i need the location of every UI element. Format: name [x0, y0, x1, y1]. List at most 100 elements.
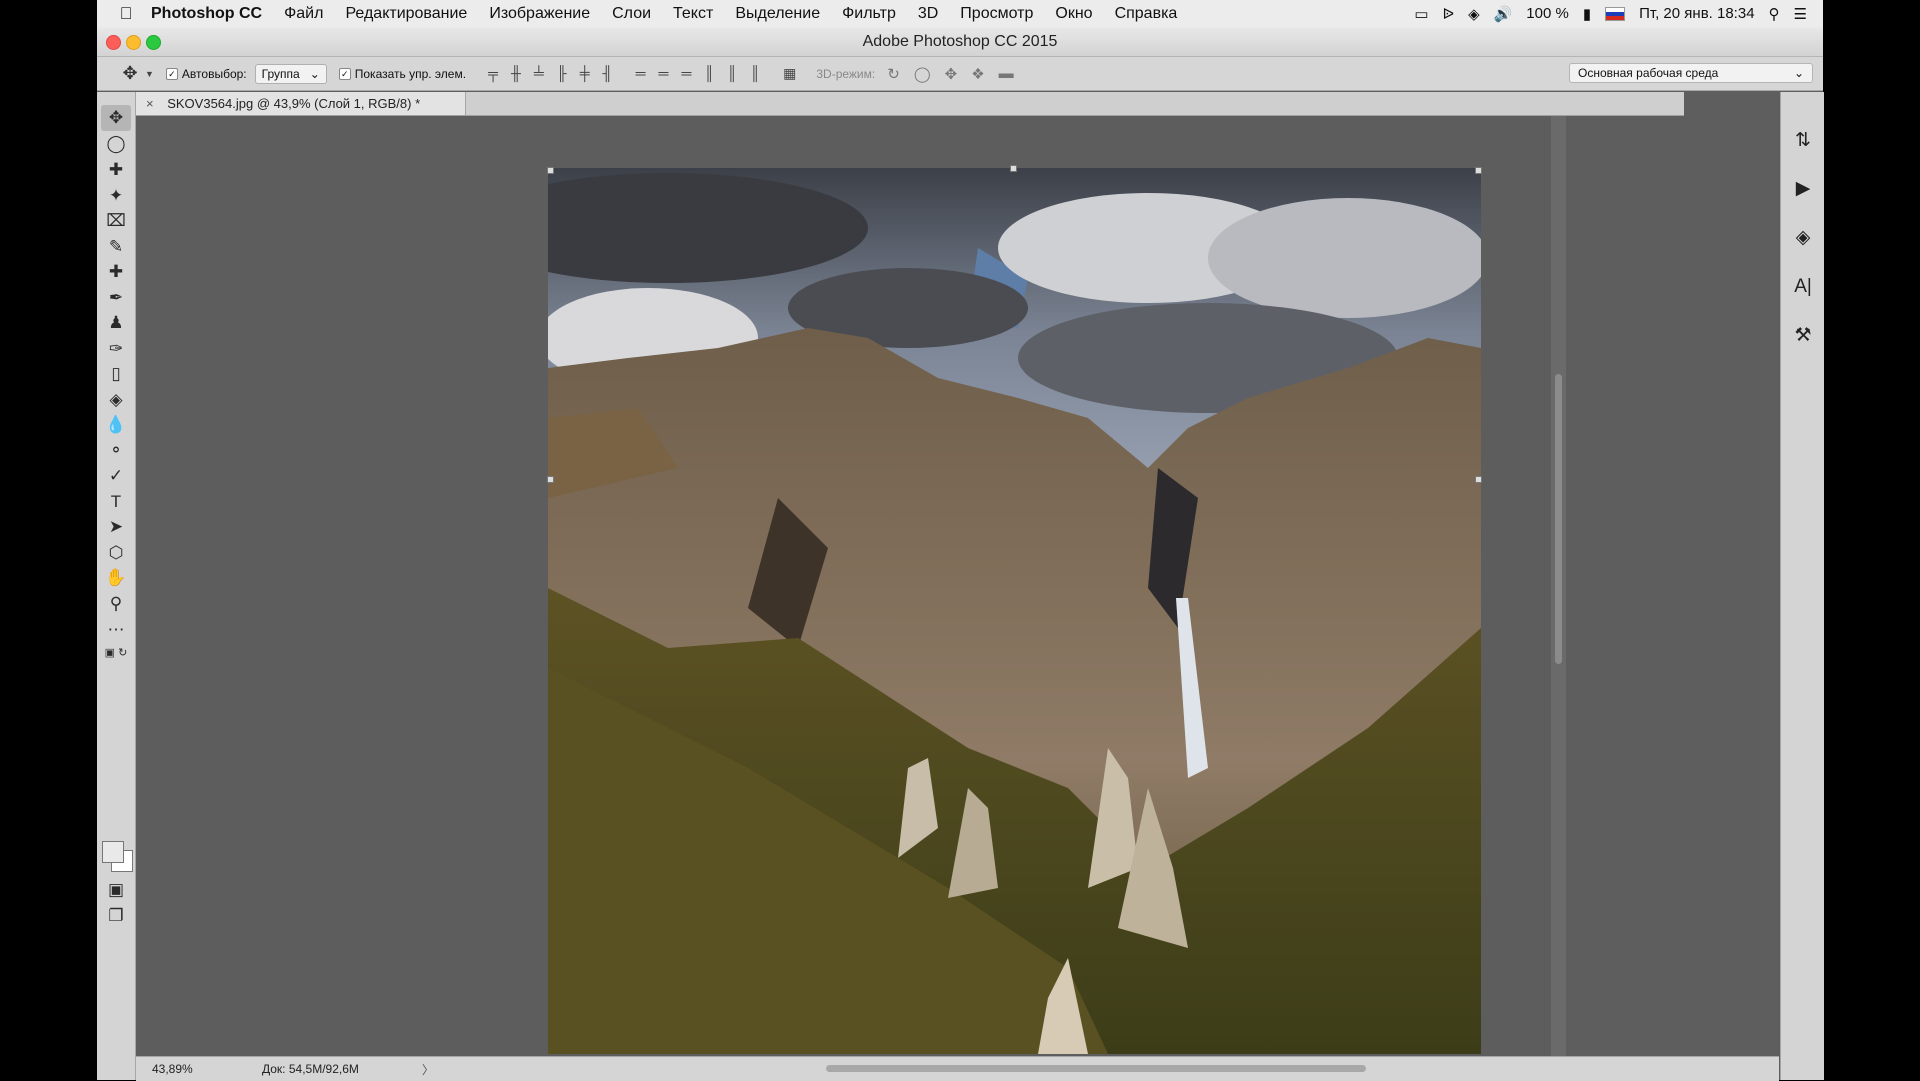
screen-mode-icon[interactable]: ❐: [101, 903, 131, 929]
vertical-scrollbar[interactable]: [1551, 116, 1566, 1056]
actions-panel-icon[interactable]: ▶: [1790, 176, 1816, 202]
distribute-right-icon[interactable]: ║: [750, 65, 760, 82]
clock[interactable]: Пт, 20 янв. 18:34: [1639, 5, 1754, 22]
align-hcenter-icon[interactable]: ╪: [580, 65, 590, 82]
slide-3d-icon[interactable]: ❖: [971, 65, 984, 83]
foreground-color-swatch[interactable]: [102, 841, 124, 863]
volume-icon[interactable]: 🔊: [1494, 5, 1513, 23]
transform-handle-middle-right[interactable]: [1475, 476, 1482, 483]
distribute-top-icon[interactable]: ═: [636, 65, 646, 82]
document-tab-title: SKOV3564.jpg @ 43,9% (Слой 1, RGB/8) *: [167, 96, 421, 111]
airplay-icon[interactable]: ▭: [1414, 5, 1428, 23]
pan-3d-icon[interactable]: ✥: [945, 65, 958, 83]
document-tab-bar: × SKOV3564.jpg @ 43,9% (Слой 1, RGB/8) *: [136, 92, 1684, 116]
photoshop-window: Adobe Photoshop CC 2015 ✥ ▼ ✓ Автовыбор:…: [97, 27, 1824, 1081]
menu-3d[interactable]: 3D: [907, 5, 949, 23]
transform-handle-middle-left[interactable]: [547, 476, 554, 483]
zoom-icon[interactable]: ⚲: [101, 591, 131, 617]
wifi-icon[interactable]: ◈: [1468, 5, 1480, 23]
horizontal-scrollbar[interactable]: [496, 1063, 1766, 1073]
brush-icon[interactable]: ✒: [101, 285, 131, 311]
crop-icon[interactable]: ⌧: [101, 208, 131, 234]
bluetooth-icon[interactable]: ᐉ: [1443, 5, 1455, 23]
chevron-down-icon[interactable]: ▼: [145, 69, 154, 79]
distribute-left-icon[interactable]: ║: [704, 65, 714, 82]
menu-layers[interactable]: Слои: [601, 5, 662, 23]
default-colors-icon[interactable]: ▣ ↻: [101, 640, 131, 666]
show-transform-controls-checkbox[interactable]: ✓ Показать упр. элем.: [338, 67, 466, 81]
minimize-window-button[interactable]: [126, 35, 141, 50]
menu-window[interactable]: Окно: [1044, 5, 1103, 23]
align-right-icon[interactable]: ╢: [603, 65, 613, 82]
transform-handle-top-center[interactable]: [1010, 165, 1017, 172]
paint-bucket-icon[interactable]: ◈: [101, 387, 131, 413]
distribute-hcenter-icon[interactable]: ║: [727, 65, 737, 82]
healing-brush-icon[interactable]: ✚: [101, 259, 131, 285]
distribute-vcenter-icon[interactable]: ═: [659, 65, 669, 82]
workspace-switcher[interactable]: Основная рабочая среда ⌄: [1569, 63, 1813, 83]
flag-icon[interactable]: [1605, 6, 1626, 21]
tool-presets-panel-icon[interactable]: ⚒: [1790, 323, 1816, 349]
search-icon[interactable]: ⚲: [1769, 5, 1780, 23]
character-panel-icon[interactable]: A|: [1790, 274, 1816, 300]
transform-handle-top-right[interactable]: [1475, 167, 1482, 174]
move-tool-icon[interactable]: ✥: [101, 105, 131, 131]
align-left-icon[interactable]: ╟: [557, 65, 567, 82]
shape-icon[interactable]: ⬡: [101, 540, 131, 566]
history-panel-icon[interactable]: ⇅: [1790, 128, 1816, 154]
menu-app-name[interactable]: Photoshop CC: [145, 5, 273, 23]
eraser-icon[interactable]: ▯: [101, 361, 131, 387]
status-menu-arrow-icon[interactable]: 〉: [422, 1061, 434, 1078]
workspace-label: Основная рабочая среда: [1578, 66, 1719, 80]
document-tab[interactable]: × SKOV3564.jpg @ 43,9% (Слой 1, RGB/8) *: [136, 92, 466, 115]
blur-icon[interactable]: 💧: [101, 412, 131, 438]
orbit-3d-icon[interactable]: ↻: [887, 65, 900, 83]
align-top-icon[interactable]: ╤: [488, 65, 498, 82]
clone-stamp-icon[interactable]: ♟: [101, 310, 131, 336]
battery-icon[interactable]: ▮: [1583, 5, 1591, 23]
apple-icon[interactable]: : [107, 4, 145, 24]
close-tab-icon[interactable]: ×: [146, 96, 154, 111]
hand-icon[interactable]: ✋: [101, 565, 131, 591]
magic-wand-icon[interactable]: ✦: [101, 183, 131, 209]
auto-align-layers-icon[interactable]: ▦: [783, 65, 796, 82]
status-bar: 43,89% Док: 54,5M/92,6M 〉: [136, 1056, 1779, 1081]
window-title: Adobe Photoshop CC 2015: [862, 33, 1058, 50]
lasso-icon[interactable]: ✚: [101, 157, 131, 183]
align-bottom-icon[interactable]: ╧: [534, 65, 544, 82]
align-vcenter-icon[interactable]: ╫: [511, 65, 521, 82]
menu-select[interactable]: Выделение: [724, 5, 831, 23]
quick-mask-icon[interactable]: ▣: [101, 877, 131, 903]
dodge-icon[interactable]: ⚬: [101, 438, 131, 464]
menu-filter[interactable]: Фильтр: [831, 5, 907, 23]
maximize-window-button[interactable]: [146, 35, 161, 50]
elliptical-marquee-icon[interactable]: ◯: [101, 131, 131, 157]
layers-panel-icon[interactable]: ◈: [1790, 225, 1816, 251]
menu-image[interactable]: Изображение: [478, 5, 601, 23]
zoom-level[interactable]: 43,89%: [152, 1062, 193, 1076]
roll-3d-icon[interactable]: ◯: [914, 65, 931, 83]
scale-3d-icon[interactable]: ▬: [999, 65, 1014, 83]
menu-file[interactable]: Файл: [273, 5, 334, 23]
menu-help[interactable]: Справка: [1104, 5, 1189, 23]
battery-label[interactable]: 100 %: [1526, 5, 1569, 22]
notification-center-icon[interactable]: ☰: [1794, 5, 1807, 23]
eyedropper-icon[interactable]: ✎: [101, 234, 131, 260]
document-image[interactable]: [548, 168, 1481, 1054]
menu-text[interactable]: Текст: [662, 5, 724, 23]
close-window-button[interactable]: [106, 35, 121, 50]
path-selection-icon[interactable]: ➤: [101, 514, 131, 540]
autoselect-target-select[interactable]: Группа ⌄: [254, 63, 327, 84]
pen-icon[interactable]: ✓: [101, 463, 131, 489]
menu-edit[interactable]: Редактирование: [334, 5, 478, 23]
horizontal-scrollbar-thumb[interactable]: [826, 1065, 1366, 1072]
autoselect-checkbox[interactable]: ✓ Автовыбор:: [165, 67, 247, 81]
type-tool-icon[interactable]: T: [101, 489, 131, 515]
vertical-scrollbar-thumb[interactable]: [1555, 374, 1562, 664]
history-brush-icon[interactable]: ✑: [101, 336, 131, 362]
distribute-bottom-icon[interactable]: ═: [681, 65, 691, 82]
transform-handle-top-left[interactable]: [547, 167, 554, 174]
menu-view[interactable]: Просмотр: [949, 5, 1044, 23]
move-tool-preset-icon[interactable]: ✥: [115, 63, 145, 84]
checkbox-check-icon: ✓: [165, 67, 178, 80]
